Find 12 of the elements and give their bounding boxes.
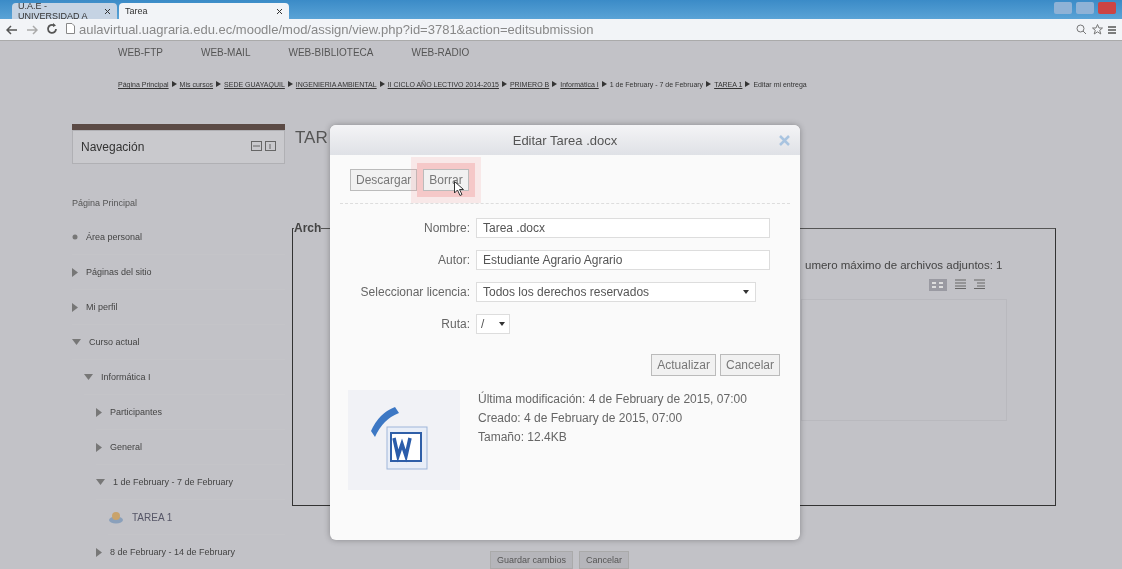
file-info-text: Última modificación: 4 de February de 2015, 07:00 xyxy=(478,392,747,406)
block-title: Navegación xyxy=(81,140,145,154)
field-label: Nombre: xyxy=(423,221,470,235)
fieldset-legend: Arch xyxy=(294,221,322,235)
max-files-text: umero máximo de archivos adjuntos: 1 xyxy=(805,259,1003,271)
dialog-title: Editar Tarea .docx xyxy=(512,132,618,148)
field-label: Ruta: xyxy=(440,317,470,331)
file-info-text: Tamaño: 12.4KB xyxy=(478,430,568,444)
file-info-text: Creado: 4 de February de 2015, 07:00 xyxy=(478,411,684,425)
field-label: Autor: xyxy=(437,253,470,267)
field-label: Seleccionar licencia: xyxy=(359,285,470,299)
page-heading: TAR xyxy=(295,128,328,148)
